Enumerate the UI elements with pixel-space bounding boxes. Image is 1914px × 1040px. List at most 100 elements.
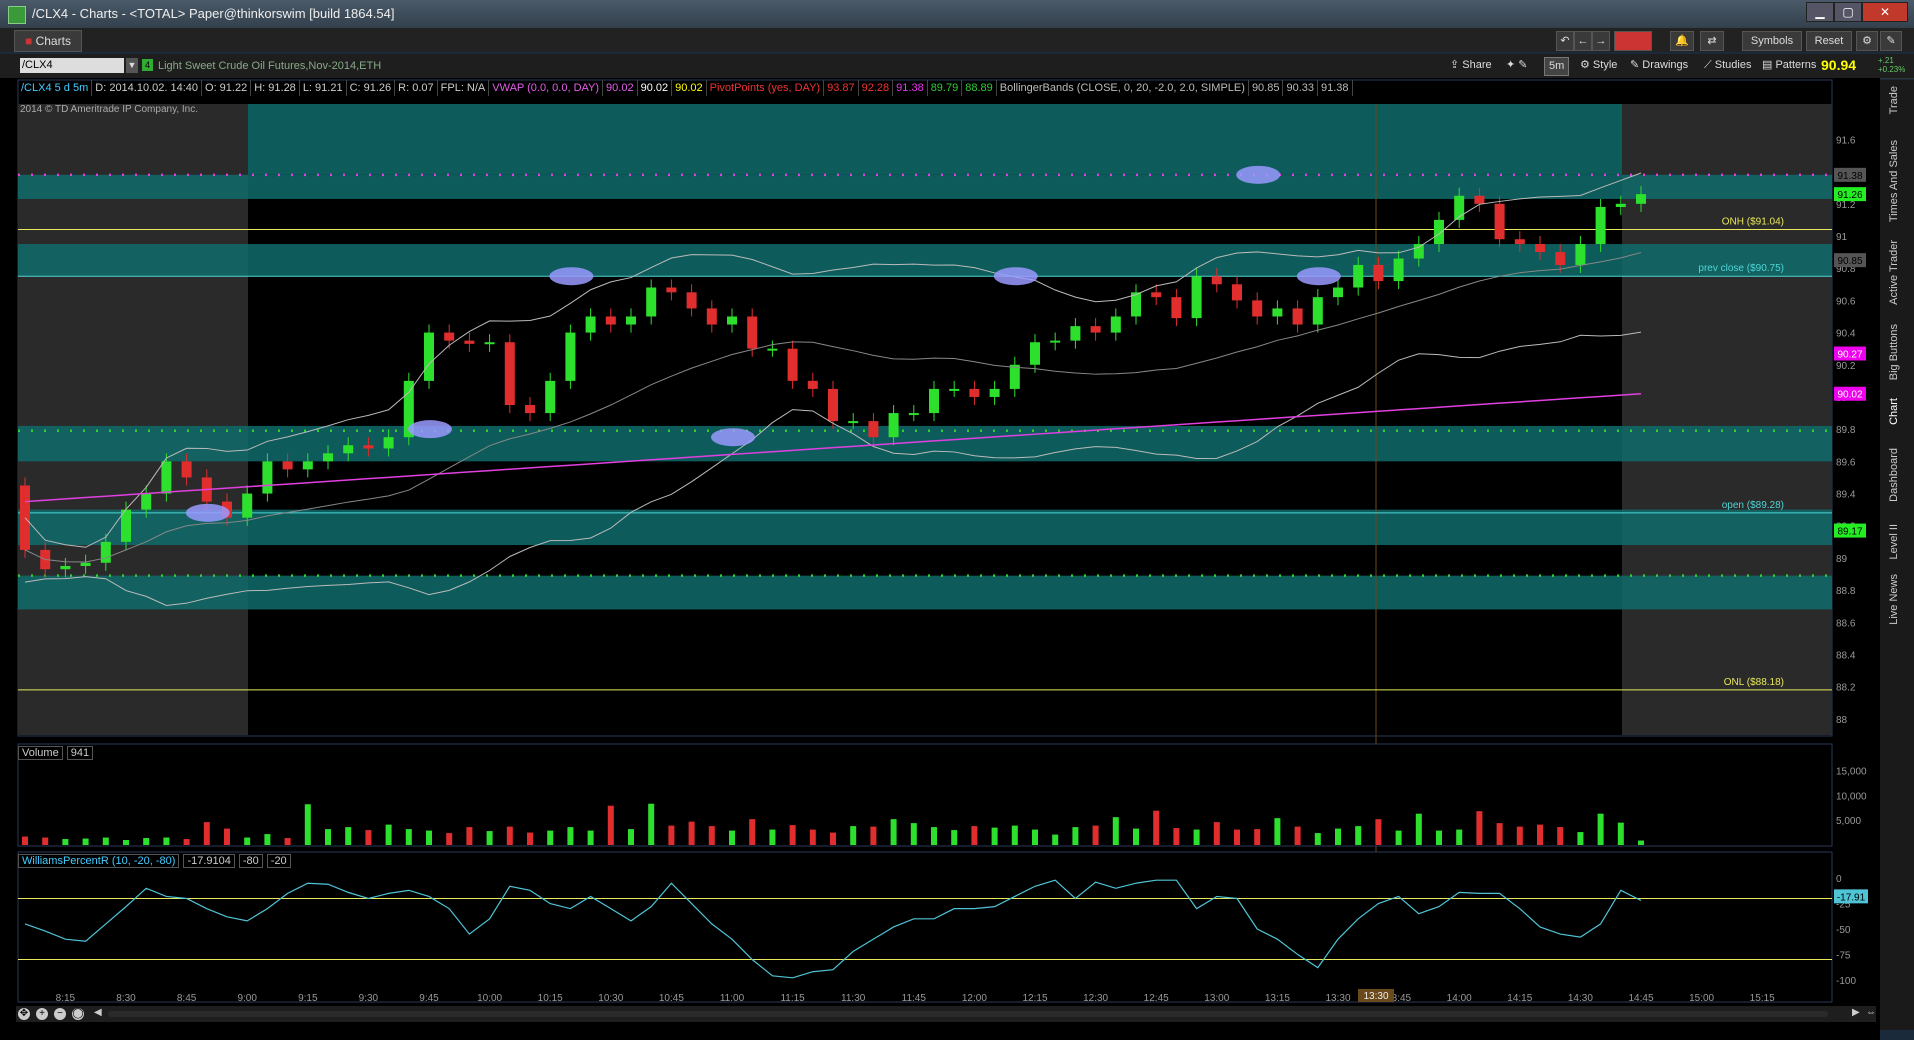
candle-body <box>80 562 91 566</box>
volume-bar <box>769 829 776 845</box>
volume-bar <box>1617 822 1624 845</box>
williams-panel-header: WilliamsPercentR (10, -20, -80) -17.9104 -… <box>18 854 295 868</box>
candle-body <box>1333 287 1343 298</box>
volume-bar <box>1597 813 1604 845</box>
candle-body <box>1535 244 1545 253</box>
info-vwap-1: 90.02 <box>603 80 638 96</box>
highlight-ellipse <box>1236 165 1281 184</box>
zoom-out-icon[interactable]: − <box>54 1008 66 1020</box>
side-tab-times-and-sales[interactable]: Times And Sales <box>1888 140 1900 222</box>
volume-bar <box>1557 827 1564 845</box>
volume-bar <box>405 829 412 845</box>
volume-bar <box>345 827 352 845</box>
key-level-label: prev close ($90.75) <box>1698 263 1784 274</box>
price-tick-label: 88.2 <box>1836 683 1856 694</box>
info-pivot-label[interactable]: PivotPoints (yes, DAY) <box>707 80 825 96</box>
volume-bar <box>991 827 998 845</box>
info-fpl: FPL: N/A <box>438 80 490 96</box>
horizontal-scrollbar[interactable] <box>108 1011 1828 1017</box>
volume-label[interactable]: Volume <box>18 746 63 760</box>
candle-body <box>646 287 657 317</box>
side-tab-trade[interactable]: Trade <box>1888 86 1900 114</box>
info-vwap-label[interactable]: VWAP (0.0, 0.0, DAY) <box>489 80 604 96</box>
williams-tick-label: -50 <box>1836 925 1851 936</box>
candle-body <box>1151 292 1162 298</box>
candle-body <box>1393 258 1404 282</box>
candle-body <box>1030 342 1040 365</box>
candle-body <box>1272 308 1283 317</box>
side-tab-dashboard[interactable]: Dashboard <box>1888 448 1900 502</box>
chart-area[interactable]: 91.691.491.29190.890.690.490.29089.889.6… <box>0 0 1914 1040</box>
info-pivot-3: 91.38 <box>893 80 928 96</box>
side-tab-active-trader[interactable]: Active Trader <box>1888 240 1900 305</box>
volume-bar <box>426 830 432 845</box>
volume-bar <box>789 825 796 845</box>
candle-body <box>181 461 192 478</box>
volume-value: 941 <box>66 746 94 760</box>
fit-icon[interactable]: ◯ <box>72 1008 84 1020</box>
candle-body <box>908 413 919 416</box>
volume-bar <box>830 832 836 845</box>
volume-bar <box>365 830 372 845</box>
side-tab-big-buttons[interactable]: Big Buttons <box>1888 324 1900 380</box>
volume-bar <box>62 839 69 845</box>
volume-bar <box>1314 833 1321 845</box>
price-tick-label: 89.4 <box>1836 490 1856 501</box>
info-symbol-period: /CLX4 5 d 5m <box>18 80 93 96</box>
volume-bar <box>506 826 513 845</box>
candle-body <box>565 332 576 381</box>
volume-bar <box>1234 829 1240 845</box>
time-tick-label: 12:45 <box>1144 993 1169 1004</box>
williams-high: -20 <box>266 854 291 868</box>
volume-bar <box>1294 826 1301 845</box>
volume-bar <box>486 831 493 845</box>
williams-label[interactable]: WilliamsPercentR (10, -20, -80) <box>18 854 180 868</box>
candle-body <box>20 485 30 550</box>
volume-bar <box>123 840 129 845</box>
candle-body <box>1434 219 1444 245</box>
candle-body <box>1595 207 1606 245</box>
time-tick-label: 11:15 <box>780 993 805 1004</box>
zoom-in-icon[interactable]: + <box>36 1008 48 1020</box>
pan-icon[interactable]: ✥ <box>18 1008 30 1020</box>
info-high: H: 91.28 <box>251 80 300 96</box>
volume-bar <box>628 829 634 845</box>
candle-body <box>1615 203 1626 208</box>
info-bb-label[interactable]: BollingerBands (CLOSE, 0, 20, -2.0, 2.0,… <box>997 80 1249 96</box>
volume-bar <box>668 825 675 845</box>
volume-panel-header: Volume 941 <box>18 746 97 760</box>
volume-bar <box>971 826 978 845</box>
candle-body <box>969 388 980 397</box>
candle-body <box>1514 239 1525 245</box>
candle-body <box>1232 284 1242 301</box>
volume-bar <box>1193 829 1200 845</box>
candle-body <box>605 316 616 325</box>
candle-body <box>1636 194 1646 204</box>
side-tab-chart[interactable]: Chart <box>1888 398 1900 425</box>
side-tab-level-ii[interactable]: Level II <box>1888 524 1900 559</box>
candle-body <box>1110 316 1121 333</box>
highlight-ellipse <box>185 503 230 522</box>
scroll-right-icon[interactable]: ▶ <box>1852 1007 1860 1018</box>
volume-tick-label: 10,000 <box>1836 791 1867 802</box>
volume-bar <box>82 838 89 845</box>
expand-icon[interactable]: ⇔ <box>1866 1007 1876 1018</box>
price-badge: 90.27 <box>1837 350 1862 361</box>
highlight-ellipse <box>408 420 452 439</box>
price-tick-label: 91 <box>1836 232 1848 243</box>
price-badge: 89.17 <box>1837 527 1862 538</box>
volume-bar <box>708 826 715 845</box>
candle-body <box>464 340 475 344</box>
side-tab-live-news[interactable]: Live News <box>1888 574 1900 625</box>
candle-body <box>60 565 71 570</box>
volume-bar <box>1011 825 1018 845</box>
volume-bar <box>1577 832 1584 845</box>
price-tick-label: 88.8 <box>1836 586 1856 597</box>
candle-body <box>666 287 677 293</box>
williams-value: -17.9104 <box>183 854 235 868</box>
scroll-left-icon[interactable]: ◀ <box>94 1007 102 1018</box>
time-tick-label: 15:00 <box>1689 993 1714 1004</box>
info-open: O: 91.22 <box>202 80 252 96</box>
candle-body <box>282 461 293 470</box>
time-tick-label: 9:00 <box>237 993 257 1004</box>
